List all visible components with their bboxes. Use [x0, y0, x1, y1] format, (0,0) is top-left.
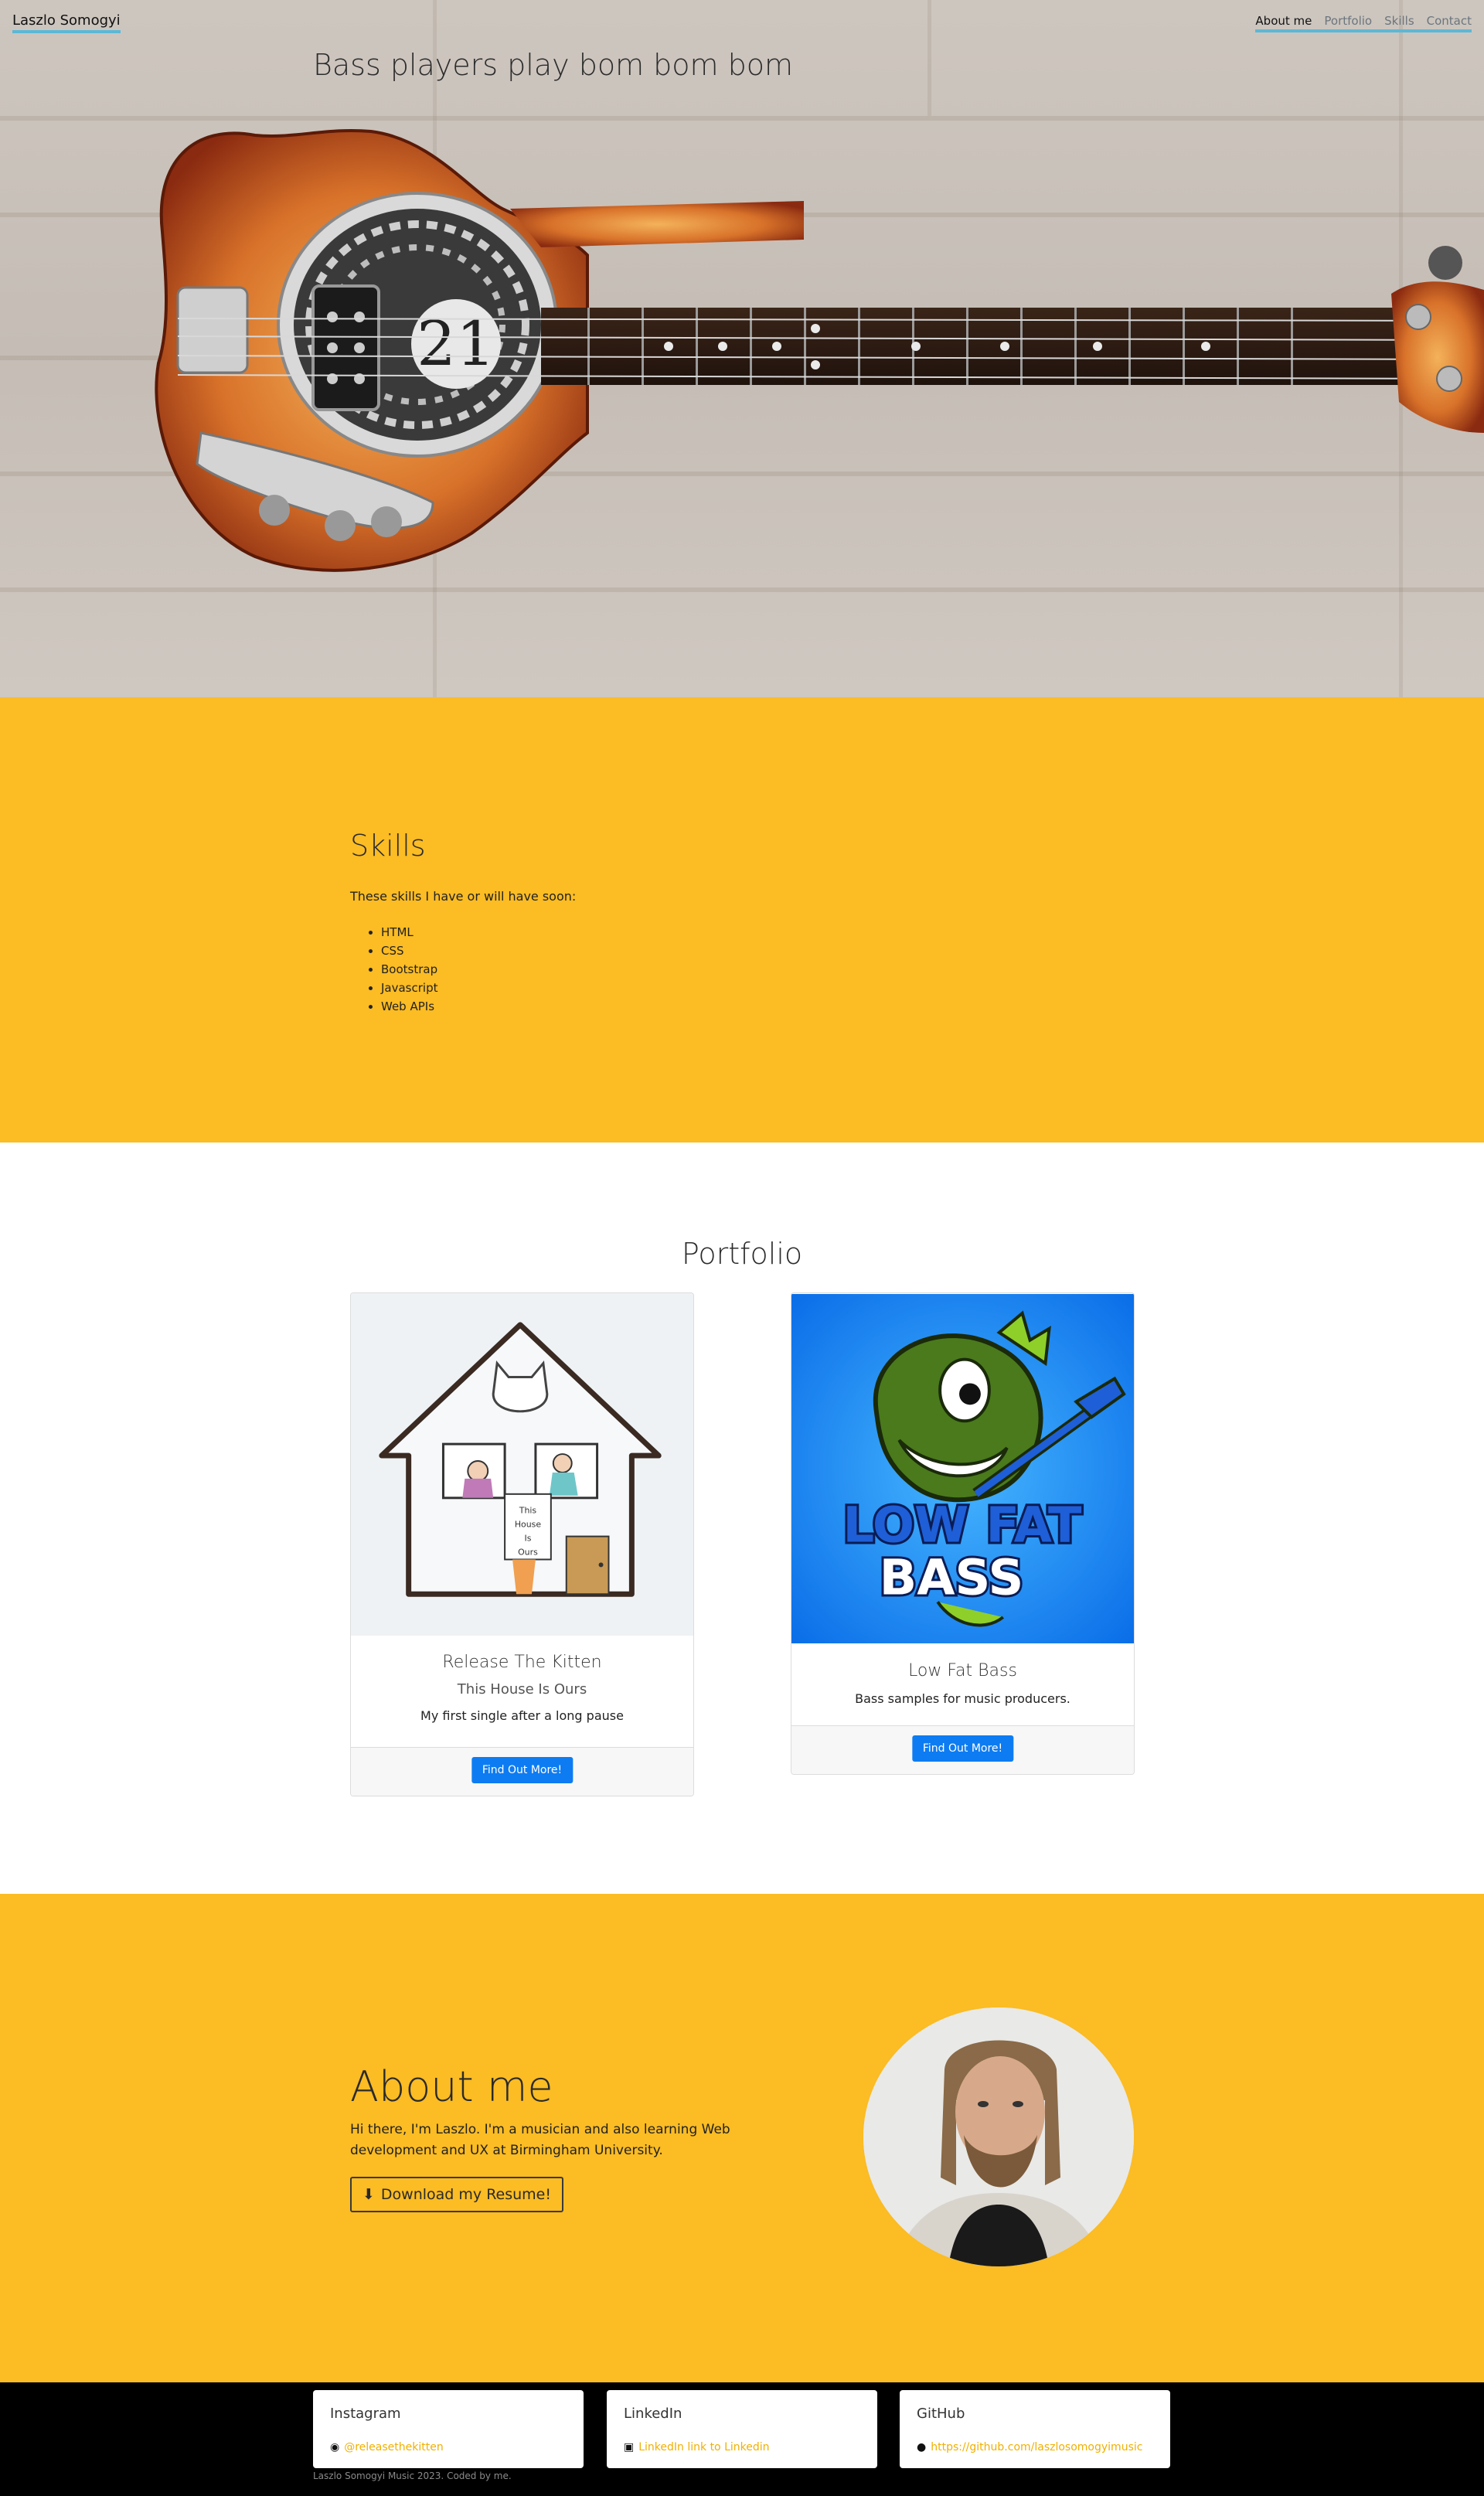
- svg-text:House: House: [515, 1520, 542, 1530]
- skill-item: HTML: [381, 923, 437, 942]
- instagram-link-text: @releasethekitten: [344, 2441, 444, 2453]
- card-body: Low Fat Bass Bass samples for music prod…: [791, 1661, 1134, 1706]
- card-text: Bass samples for music producers.: [855, 1691, 1070, 1706]
- svg-text:Is: Is: [524, 1534, 531, 1544]
- about-heading: About me: [350, 2062, 553, 2111]
- svg-text:BASS: BASS: [880, 1549, 1024, 1606]
- github-link-text: https://github.com/laszlosomogyimusic: [931, 2441, 1143, 2453]
- linkedin-icon: ▣: [624, 2441, 635, 2453]
- footer-card-github: GitHub ● https://github.com/laszlosomogy…: [900, 2390, 1170, 2468]
- github-icon: ●: [917, 2441, 927, 2453]
- hero-section: 21 Bass players play bom bom bom: [0, 0, 1484, 697]
- card-body: Release The Kitten This House Is Ours My…: [351, 1653, 693, 1723]
- nav-link-skills[interactable]: Skills: [1384, 14, 1414, 28]
- download-icon: ⬇: [362, 2186, 375, 2203]
- profile-photo: [863, 2007, 1134, 2266]
- linkedin-link[interactable]: ▣ LinkedIn link to Linkedin: [624, 2441, 770, 2453]
- footer-card-title: GitHub: [917, 2406, 965, 2422]
- bass-guitar-image: 21: [155, 128, 1484, 572]
- skill-item: Javascript: [381, 979, 437, 997]
- card-subtitle: This House Is Ours: [457, 1681, 587, 1697]
- svg-text:This: This: [519, 1506, 537, 1516]
- instagram-link[interactable]: ◉ @releasethekitten: [330, 2441, 444, 2453]
- skills-heading: Skills: [350, 829, 426, 863]
- hero-title: Bass players play bom bom bom: [313, 48, 794, 82]
- footer: Instagram ◉ @releasethekitten LinkedIn ▣…: [0, 2382, 1484, 2496]
- nav-link-portfolio[interactable]: Portfolio: [1324, 14, 1372, 28]
- portfolio-card-release-the-kitten: This House Is Ours Release The Kitten Th…: [350, 1292, 694, 1796]
- svg-text:LOW FAT: LOW FAT: [843, 1497, 1082, 1554]
- card-title: Release The Kitten: [442, 1653, 602, 1672]
- footer-card-title: Instagram: [330, 2406, 401, 2422]
- skills-intro: These skills I have or will have soon:: [350, 889, 577, 904]
- card-text: My first single after a long pause: [420, 1708, 624, 1723]
- github-link[interactable]: ● https://github.com/laszlosomogyimusic: [917, 2441, 1142, 2453]
- top-navbar: Laszlo Somogyi About me Portfolio Skills…: [0, 0, 1484, 43]
- about-text: Hi there, I'm Laszlo. I'm a musician and…: [350, 2122, 730, 2158]
- skill-item: Bootstrap: [381, 960, 437, 979]
- find-out-more-button[interactable]: Find Out More!: [471, 1757, 574, 1783]
- copyright-text: Laszlo Somogyi Music 2023. Coded by me.: [313, 2470, 512, 2481]
- skill-item: Web APIs: [381, 997, 437, 1016]
- house-drawing-image: This House Is Ours: [351, 1293, 693, 1636]
- nav-links: About me Portfolio Skills Contact: [1255, 14, 1472, 32]
- instagram-icon: ◉: [330, 2441, 340, 2453]
- about-section: About me Hi there, I'm Laszlo. I'm a mus…: [0, 1894, 1484, 2382]
- card-footer: Find Out More!: [791, 1725, 1134, 1774]
- card-title: Low Fat Bass: [908, 1661, 1017, 1680]
- brand-link[interactable]: Laszlo Somogyi: [12, 12, 121, 33]
- svg-text:Ours: Ours: [518, 1547, 538, 1557]
- portfolio-section: Portfolio This House Is Ours Release The…: [0, 1142, 1484, 1894]
- footer-card-linkedin: LinkedIn ▣ LinkedIn link to Linkedin: [607, 2390, 877, 2468]
- footer-card-instagram: Instagram ◉ @releasethekitten: [313, 2390, 584, 2468]
- find-out-more-button[interactable]: Find Out More!: [911, 1735, 1014, 1762]
- download-resume-label: Download my Resume!: [380, 2186, 551, 2203]
- skills-section: Skills These skills I have or will have …: [0, 697, 1484, 1142]
- nav-link-about[interactable]: About me: [1255, 14, 1312, 28]
- footer-card-title: LinkedIn: [624, 2406, 682, 2422]
- portfolio-card-low-fat-bass: LOW FAT BASS Low Fat Bass Bass samples f…: [791, 1292, 1135, 1775]
- nav-link-contact[interactable]: Contact: [1427, 14, 1472, 28]
- avatar: [863, 2007, 1134, 2266]
- download-resume-button[interactable]: ⬇ Download my Resume!: [350, 2177, 563, 2212]
- low-fat-bass-logo-image: LOW FAT BASS: [791, 1294, 1134, 1643]
- skills-list: HTML CSS Bootstrap Javascript Web APIs: [381, 923, 437, 1016]
- portfolio-heading: Portfolio: [681, 1237, 803, 1271]
- skill-item: CSS: [381, 942, 437, 960]
- linkedin-link-text: LinkedIn link to Linkedin: [638, 2441, 770, 2453]
- card-footer: Find Out More!: [351, 1747, 693, 1796]
